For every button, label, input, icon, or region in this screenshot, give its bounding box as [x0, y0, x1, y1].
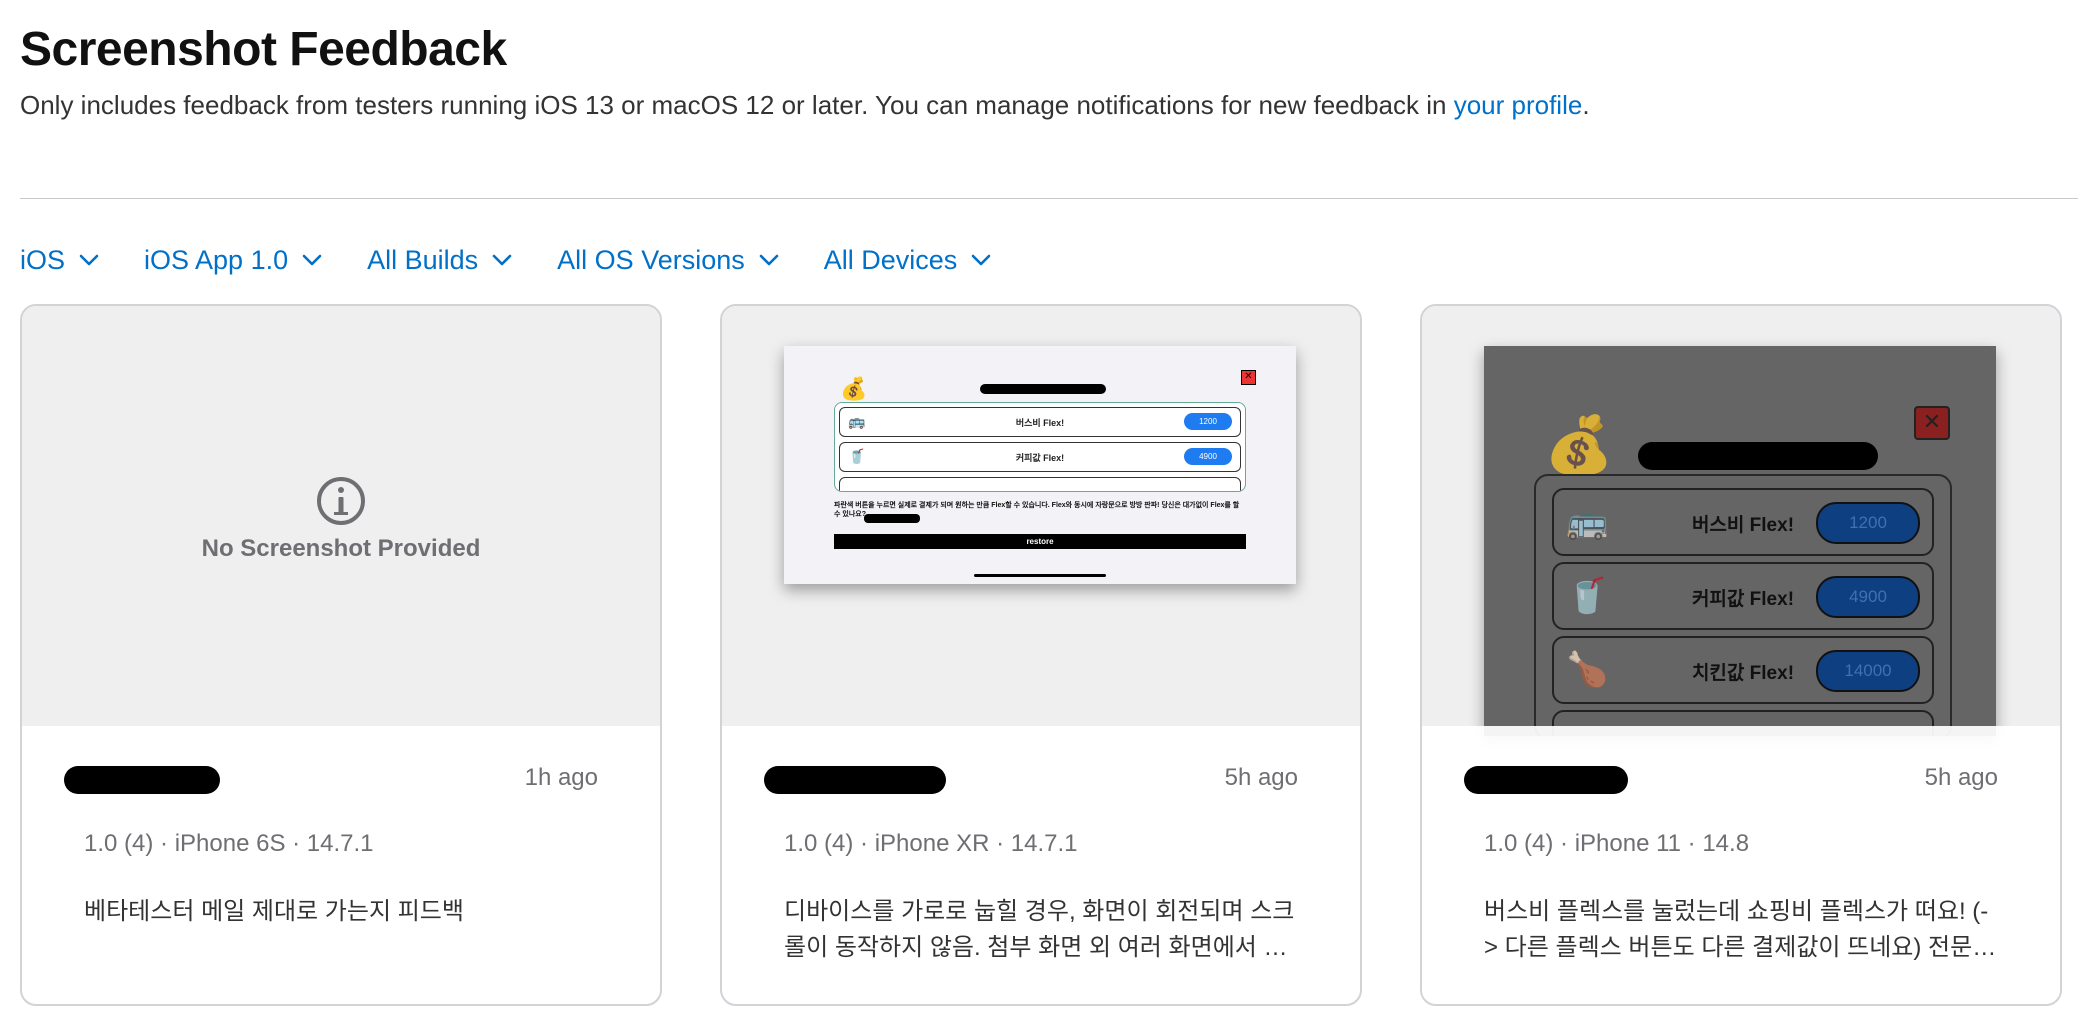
list-item-label: 버스비 Flex! [1015, 418, 1065, 428]
build-device-info: 1.0 (4) · iPhone 6S · 14.7.1 [84, 830, 374, 857]
money-bag-icon: 💰 [840, 376, 868, 401]
feedback-card[interactable]: ✕ 💰 🚌 버스비 Flex! 1200 🥤 커피값 Flex! 4900 🍗 … [1420, 304, 2062, 1006]
redacted-title [1638, 442, 1878, 470]
builds-filter[interactable]: All Builds [367, 245, 512, 276]
feedback-comment: 버스비 플렉스를 눌렀는데 쇼핑비 플렉스가 떠요! (-> 다른 플렉스 버튼… [1484, 898, 1995, 961]
feedback-time: 5h ago [1924, 764, 1998, 791]
list-item: 🍗 치킨값 Flex! 14000 [1552, 636, 1934, 704]
list-item: 🚌 버스비 Flex! 1200 [839, 407, 1241, 437]
subtitle-end: . [1582, 90, 1590, 120]
build-device-info: 1.0 (4) · iPhone XR · 14.7.1 [784, 830, 1078, 857]
app-version-filter-label: iOS App 1.0 [144, 244, 289, 275]
info-icon [316, 476, 366, 531]
redacted-tester-name [1464, 766, 1628, 794]
feedback-time: 5h ago [1224, 764, 1298, 791]
subtitle-text: Only includes feedback from testers runn… [20, 90, 1454, 120]
feedback-time: 1h ago [524, 764, 598, 791]
no-screenshot-label: No Screenshot Provided [201, 535, 481, 562]
screenshot-area: ✕ 💰 🚌 버스비 Flex! 1200 🥤 커피값 Flex! 4900 🍗 … [1422, 306, 2060, 736]
price-button: 14000 [1816, 650, 1920, 692]
price-button: 1200 [1184, 413, 1232, 430]
app-version-filter[interactable]: iOS App 1.0 [144, 245, 322, 276]
list-item: 🥤 커피값 Flex! 4900 [1552, 562, 1934, 630]
flex-list: 🚌 버스비 Flex! 1200 🥤 커피값 Flex! 4900 🍗 치킨값 … [1534, 474, 1952, 736]
feedback-card[interactable]: No Screenshot Provided 1h ago 1.0 (4) · … [20, 304, 662, 1006]
price-button: 4900 [1816, 576, 1920, 618]
close-icon: ✕ [1914, 406, 1950, 440]
feedback-comment: 베타테스터 메일 제대로 가는지 피드백 [84, 898, 464, 925]
restore-button: restore [834, 534, 1246, 549]
filter-bar: iOS iOS App 1.0 All Builds All OS Versio… [20, 240, 1036, 280]
home-indicator [974, 574, 1106, 577]
chevron-down-icon [971, 254, 991, 266]
feedback-card[interactable]: ✕ 💰 🚌 버스비 Flex! 1200 🥤 커피값 Flex! 4900 파란… [720, 304, 1362, 1006]
chevron-down-icon [79, 254, 99, 266]
redacted-tester-name [64, 766, 220, 794]
your-profile-link[interactable]: your profile [1454, 90, 1583, 120]
divider [20, 198, 2078, 199]
flex-list: 🚌 버스비 Flex! 1200 🥤 커피값 Flex! 4900 [834, 402, 1246, 492]
os-versions-filter[interactable]: All OS Versions [557, 245, 779, 276]
page-title: Screenshot Feedback [20, 23, 507, 76]
chevron-down-icon [302, 254, 322, 266]
chevron-down-icon [759, 254, 779, 266]
screenshot-thumbnail[interactable]: ✕ 💰 🚌 버스비 Flex! 1200 🥤 커피값 Flex! 4900 🍗 … [1484, 346, 1996, 736]
price-button: 1200 [1816, 502, 1920, 544]
devices-filter-label: All Devices [823, 244, 958, 275]
chevron-down-icon [492, 254, 512, 266]
redacted-tester-name [764, 766, 946, 794]
feedback-comment: 디바이스를 가로로 눕힐 경우, 화면이 회전되며 스크롤이 동작하지 않음. … [784, 898, 1295, 961]
screenshot-thumbnail[interactable]: ✕ 💰 🚌 버스비 Flex! 1200 🥤 커피값 Flex! 4900 파란… [784, 346, 1296, 584]
redacted-text [864, 514, 920, 523]
redacted-title [980, 384, 1106, 394]
list-item: 🥤 커피값 Flex! 4900 [839, 442, 1241, 472]
screenshot-placeholder: No Screenshot Provided [22, 306, 660, 726]
os-versions-filter-label: All OS Versions [557, 244, 745, 275]
platform-filter[interactable]: iOS [20, 245, 99, 276]
build-device-info: 1.0 (4) · iPhone 11 · 14.8 [1484, 830, 1750, 857]
list-item: 🚌 버스비 Flex! 1200 [1552, 488, 1934, 556]
list-item [839, 477, 1241, 491]
money-bag-icon: 💰 [1544, 413, 1614, 476]
builds-filter-label: All Builds [367, 244, 479, 275]
platform-filter-label: iOS [20, 244, 66, 275]
devices-filter[interactable]: All Devices [824, 245, 992, 276]
price-button: 4900 [1184, 448, 1232, 465]
page-subtitle: Only includes feedback from testers runn… [20, 90, 1590, 121]
list-item-label: 커피값 Flex! [1015, 453, 1065, 463]
close-icon: ✕ [1241, 370, 1256, 385]
screenshot-area: ✕ 💰 🚌 버스비 Flex! 1200 🥤 커피값 Flex! 4900 파란… [722, 306, 1360, 726]
